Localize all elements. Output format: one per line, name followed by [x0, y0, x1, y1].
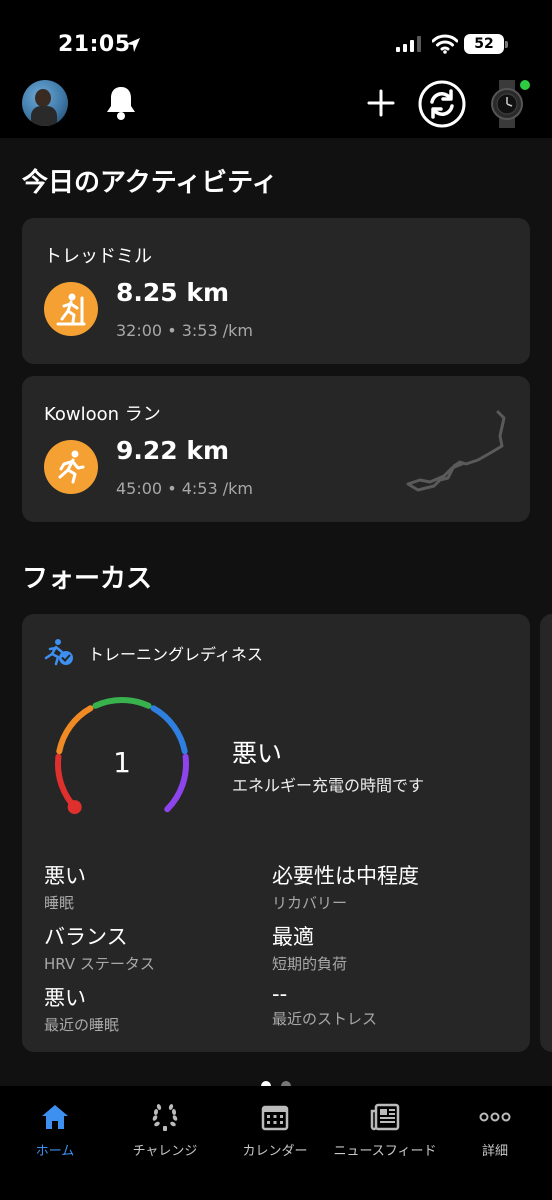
metric-value: バランス	[44, 925, 128, 949]
metric-value: --	[272, 982, 288, 1006]
gauge-segment	[56, 705, 94, 755]
plus-icon[interactable]	[366, 88, 396, 118]
tab-calendar[interactable]: カレンダー	[220, 1100, 330, 1159]
gauge-segment	[92, 697, 152, 709]
metric-label: 短期的負荷	[272, 955, 348, 973]
avatar[interactable]	[22, 80, 68, 126]
treadmill-icon	[44, 282, 98, 336]
watch-icon[interactable]	[490, 80, 524, 128]
metric-recovery[interactable]: 必要性は中程度 リカバリー	[272, 860, 502, 913]
metric-label: 睡眠	[44, 894, 75, 912]
today-activity-title: 今日のアクティビティ	[22, 168, 278, 198]
metric-acute-load[interactable]: 最適 短期的負荷	[272, 921, 502, 974]
battery-tip	[505, 41, 508, 48]
readiness-score: 1	[113, 746, 131, 779]
metric-label: 最近のストレス	[272, 1010, 378, 1028]
activity-meta: 45:00 • 4:53 /km	[116, 479, 253, 498]
calendar-icon	[261, 1105, 289, 1131]
activity-meta: 32:00 • 3:53 /km	[116, 321, 253, 340]
tab-label: ニュースフィード	[333, 1144, 437, 1159]
news-icon	[370, 1103, 400, 1131]
route-map-thumbnail	[406, 410, 506, 492]
activity-distance: 9.22 km	[116, 436, 230, 465]
metric-label: HRV ステータス	[44, 955, 155, 973]
metric-value: 最適	[272, 925, 314, 949]
gauge-marker	[67, 800, 82, 815]
metric-label: 最近の睡眠	[44, 1016, 120, 1034]
bell-icon[interactable]	[104, 84, 138, 122]
metric-sleep[interactable]: 悪い 睡眠	[44, 860, 274, 913]
run-icon	[44, 440, 98, 494]
activity-name: Kowloon ラン	[44, 404, 161, 425]
metric-value: 悪い	[44, 986, 86, 1010]
tab-label: カレンダー	[242, 1144, 308, 1159]
laurel-icon	[152, 1104, 178, 1131]
metric-hrv-status[interactable]: バランス HRV ステータス	[44, 921, 274, 974]
focus-title: フォーカス	[22, 564, 153, 594]
readiness-state: 悪い	[232, 739, 283, 768]
gauge-segment	[150, 705, 188, 755]
avatar-body	[31, 106, 57, 126]
app-header	[0, 72, 552, 138]
training-readiness-icon	[44, 639, 73, 666]
metric-value: 必要性は中程度	[272, 864, 419, 888]
sync-icon[interactable]	[418, 80, 466, 128]
tab-challenges[interactable]: チャレンジ	[110, 1100, 220, 1159]
tab-home[interactable]: ホーム	[0, 1100, 110, 1159]
training-readiness-card[interactable]: トレーニングレディネス 1 悪い エネルギー充電の時間です 悪い 睡眠 必要性は…	[22, 614, 530, 1052]
metric-label: リカバリー	[272, 894, 348, 912]
status-bar: 21:05 52	[0, 0, 552, 72]
battery-indicator: 52	[464, 34, 504, 54]
location-arrow-icon	[126, 38, 140, 52]
tab-label: ホーム	[35, 1144, 75, 1159]
tab-more[interactable]: 詳細	[440, 1100, 550, 1159]
tab-label: チャレンジ	[132, 1144, 198, 1159]
tab-newsfeed[interactable]: ニュースフィード	[330, 1100, 440, 1159]
tab-label: 詳細	[481, 1144, 508, 1159]
bottom-tab-bar: ホーム チャレンジ カレンダー ニュースフィード 詳細	[0, 1086, 552, 1200]
home-icon	[42, 1105, 68, 1129]
avatar-head	[35, 89, 51, 107]
wifi-icon	[432, 34, 458, 54]
activity-distance: 8.25 km	[116, 278, 230, 307]
status-time: 21:05	[58, 32, 131, 57]
activity-card-kowloon-run[interactable]: Kowloon ラン 9.22 km 45:00 • 4:53 /km	[22, 376, 530, 522]
activity-name: トレッドミル	[44, 246, 152, 267]
training-readiness-title: トレーニングレディネス	[88, 645, 263, 664]
metric-value: 悪い	[44, 864, 86, 888]
cellular-signal-icon	[396, 36, 421, 52]
readiness-message: エネルギー充電の時間です	[232, 776, 425, 795]
metric-recent-stress[interactable]: -- 最近のストレス	[272, 982, 502, 1029]
more-icon	[479, 1112, 511, 1122]
next-focus-card-peek[interactable]	[540, 614, 552, 1052]
activity-card-treadmill[interactable]: トレッドミル 8.25 km 32:00 • 3:53 /km	[22, 218, 530, 364]
metric-recent-sleep[interactable]: 悪い 最近の睡眠	[44, 982, 274, 1035]
connection-status-dot	[520, 80, 530, 90]
